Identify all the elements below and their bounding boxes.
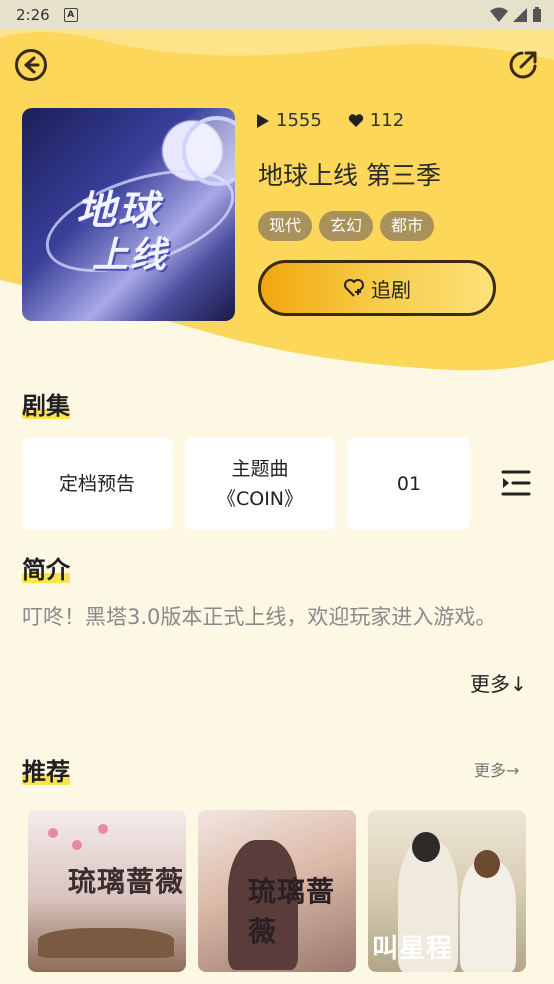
tag-chip[interactable]: 都市	[380, 211, 435, 241]
notification-a-icon: A	[63, 8, 78, 22]
recommend-card[interactable]: 叫星程	[368, 810, 526, 972]
status-icons	[490, 7, 542, 23]
intro-title-text: 简介	[22, 556, 70, 584]
like-count: 112	[348, 110, 404, 131]
intro-text: 叮咚！黑塔3.0版本正式上线，欢迎玩家进入游戏。	[22, 605, 497, 629]
status-time: 2:26	[16, 6, 50, 24]
play-icon	[257, 113, 269, 128]
follow-button[interactable]: 追剧	[258, 260, 496, 316]
heart-icon	[348, 114, 364, 127]
cover-figure-head	[474, 850, 500, 878]
play-count: 1555	[256, 110, 322, 131]
drama-title: 地球上线 第三季	[258, 161, 441, 190]
heart-plus-icon	[344, 279, 364, 297]
episode-card-label: 定档预告	[58, 472, 135, 495]
episode-card[interactable]: 定档预告	[22, 437, 172, 530]
signal-icon	[513, 8, 527, 22]
cover-figure	[38, 928, 174, 958]
battery-icon	[533, 7, 541, 22]
petal-decoration	[98, 824, 108, 834]
back-arrow-icon[interactable]	[14, 48, 48, 82]
recommend-section-title: 推荐	[22, 752, 70, 787]
drama-tags: 现代 玄幻 都市	[258, 211, 435, 241]
recommend-more-button[interactable]: 更多→	[474, 757, 519, 781]
episode-card-label: 主题曲 《COIN》	[216, 457, 304, 510]
episode-list-icon[interactable]	[500, 468, 532, 498]
episode-card-label: 01	[396, 472, 422, 495]
recommend-card[interactable]: 琉璃蔷薇	[198, 810, 356, 972]
cover-title-line-2: 上线	[92, 235, 169, 276]
share-icon[interactable]	[506, 48, 540, 82]
wifi-icon	[490, 7, 508, 22]
recommend-cover-text: 叫星程	[372, 934, 454, 964]
status-bar: 2:26 A	[0, 0, 554, 30]
episodes-title-text: 剧集	[22, 392, 70, 420]
drama-stats: 1555 112	[256, 110, 404, 131]
tag-chip[interactable]: 玄幻	[319, 211, 374, 241]
recommend-title-text: 推荐	[22, 758, 70, 786]
recommend-cover-text: 琉璃蔷薇	[68, 865, 185, 898]
petal-decoration	[72, 840, 82, 850]
drama-cover-image: 地球 上线	[22, 108, 235, 321]
follow-button-label: 追剧	[371, 277, 411, 302]
episodes-section-title: 剧集	[22, 386, 70, 421]
intro-section-title: 简介	[22, 550, 70, 585]
recommend-card[interactable]: 琉璃蔷薇	[28, 810, 186, 972]
petal-decoration	[48, 828, 58, 838]
episode-card[interactable]: 主题曲 《COIN》	[185, 437, 335, 530]
play-count-value: 1555	[276, 110, 322, 131]
cover-figure-head	[412, 832, 440, 862]
like-count-value: 112	[369, 110, 405, 131]
intro-more-button[interactable]: 更多↓	[470, 668, 527, 697]
tag-chip[interactable]: 现代	[258, 211, 313, 241]
episode-card[interactable]: 01	[348, 437, 470, 530]
recommend-cover-text: 琉璃蔷薇	[248, 875, 336, 948]
